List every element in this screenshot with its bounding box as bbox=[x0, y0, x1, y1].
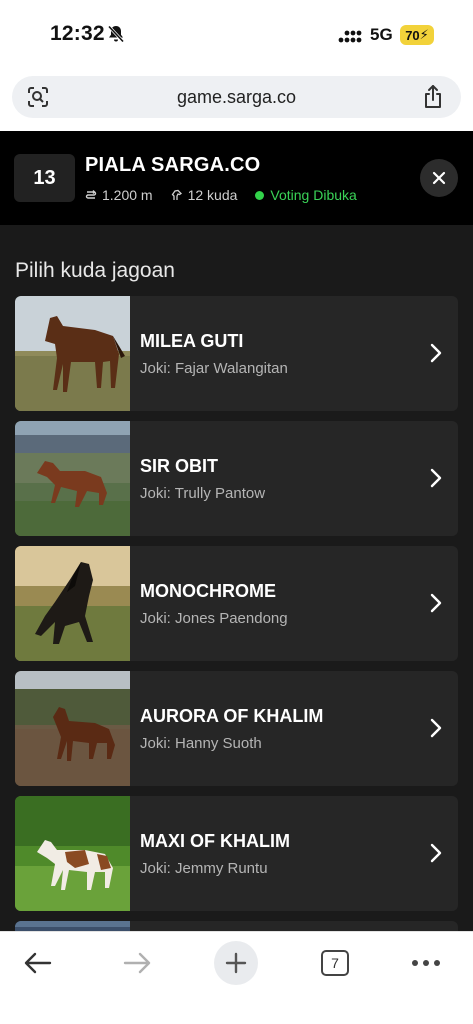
race-header: 13 PIALA SARGA.CO 1.200 m 12 kuda Voting… bbox=[0, 131, 473, 225]
web-page: 13 PIALA SARGA.CO 1.200 m 12 kuda Voting… bbox=[0, 131, 473, 931]
horse-card[interactable]: SIR OBIT Joki: Trully Pantow bbox=[15, 421, 458, 536]
close-button[interactable] bbox=[420, 159, 458, 197]
more-horizontal-icon[interactable] bbox=[411, 959, 441, 967]
horse-photo bbox=[15, 546, 130, 661]
race-number: 13 bbox=[14, 154, 75, 202]
battery-level: 70 bbox=[405, 27, 420, 43]
horse-icon bbox=[171, 189, 182, 200]
race-horse-count-text: 12 kuda bbox=[187, 187, 238, 203]
section-title: Pilih kuda jagoan bbox=[15, 259, 175, 282]
horse-card[interactable]: AURORA OF KHALIM Joki: Hanny Suoth bbox=[15, 671, 458, 786]
horse-jockey: Joki: Jemmy Runtu bbox=[140, 860, 268, 877]
horse-name: MAXI OF KHALIM bbox=[140, 831, 290, 851]
tabs-button[interactable]: 7 bbox=[320, 938, 350, 988]
plus-icon[interactable] bbox=[225, 952, 247, 974]
new-tab-button[interactable] bbox=[214, 938, 258, 988]
share-icon[interactable] bbox=[421, 84, 445, 110]
address-bar[interactable]: game.sarga.co bbox=[12, 76, 461, 118]
new-tab-circle[interactable] bbox=[214, 941, 258, 985]
cellular-signal-icon bbox=[338, 30, 362, 43]
horse-name: MILEA GUTI bbox=[140, 331, 244, 351]
horse-photo bbox=[15, 296, 130, 411]
chevron-right-icon bbox=[430, 343, 442, 363]
tabs-icon[interactable]: 7 bbox=[321, 950, 349, 976]
tab-count: 7 bbox=[331, 955, 339, 971]
race-horse-count: 12 kuda bbox=[171, 187, 238, 203]
close-icon[interactable] bbox=[432, 171, 446, 185]
camera-search-icon[interactable] bbox=[26, 85, 50, 109]
horse-photo bbox=[15, 421, 130, 536]
horse-card[interactable] bbox=[15, 921, 458, 931]
horse-name: MONOCHROME bbox=[140, 581, 276, 601]
horse-photo bbox=[15, 796, 130, 911]
horse-photo bbox=[15, 921, 130, 931]
voting-status-text: Voting Dibuka bbox=[270, 187, 357, 203]
horse-jockey: Joki: Hanny Suoth bbox=[140, 735, 262, 752]
horse-card[interactable]: MILEA GUTI Joki: Fajar Walangitan bbox=[15, 296, 458, 411]
route-icon bbox=[85, 190, 97, 199]
battery-indicator: 70 ⚡ bbox=[400, 25, 434, 45]
status-time: 12:32 bbox=[50, 22, 105, 45]
network-type: 5G bbox=[370, 25, 393, 44]
arrow-left-icon[interactable] bbox=[23, 951, 53, 975]
horse-name: AURORA OF KHALIM bbox=[140, 706, 324, 726]
race-distance-text: 1.200 m bbox=[102, 187, 153, 203]
race-meta: 1.200 m 12 kuda Voting Dibuka bbox=[85, 187, 375, 203]
bell-slash-icon bbox=[107, 25, 125, 43]
horse-photo bbox=[15, 671, 130, 786]
horse-name: SIR OBIT bbox=[140, 456, 219, 476]
chevron-right-icon bbox=[430, 593, 442, 613]
race-title: PIALA SARGA.CO bbox=[85, 154, 261, 176]
race-distance: 1.200 m bbox=[85, 187, 153, 203]
more-button[interactable] bbox=[408, 938, 444, 988]
horse-card[interactable]: MONOCHROME Joki: Jones Paendong bbox=[15, 546, 458, 661]
browser-toolbar: 7 bbox=[0, 931, 473, 1024]
status-bar: 12:32 5G 70 ⚡ bbox=[0, 0, 473, 70]
voting-status: Voting Dibuka bbox=[255, 187, 357, 203]
url-text[interactable]: game.sarga.co bbox=[72, 87, 401, 108]
back-button[interactable] bbox=[18, 938, 58, 988]
chevron-right-icon bbox=[430, 468, 442, 488]
forward-button[interactable] bbox=[117, 938, 157, 988]
chevron-right-icon bbox=[430, 718, 442, 738]
horse-jockey: Joki: Jones Paendong bbox=[140, 610, 288, 627]
arrow-right-icon[interactable] bbox=[122, 951, 152, 975]
horse-card[interactable]: MAXI OF KHALIM Joki: Jemmy Runtu bbox=[15, 796, 458, 911]
chevron-right-icon bbox=[430, 843, 442, 863]
horse-jockey: Joki: Trully Pantow bbox=[140, 485, 266, 502]
charging-icon: ⚡ bbox=[419, 27, 429, 42]
horse-jockey: Joki: Fajar Walangitan bbox=[140, 360, 288, 377]
status-dot bbox=[255, 190, 265, 200]
